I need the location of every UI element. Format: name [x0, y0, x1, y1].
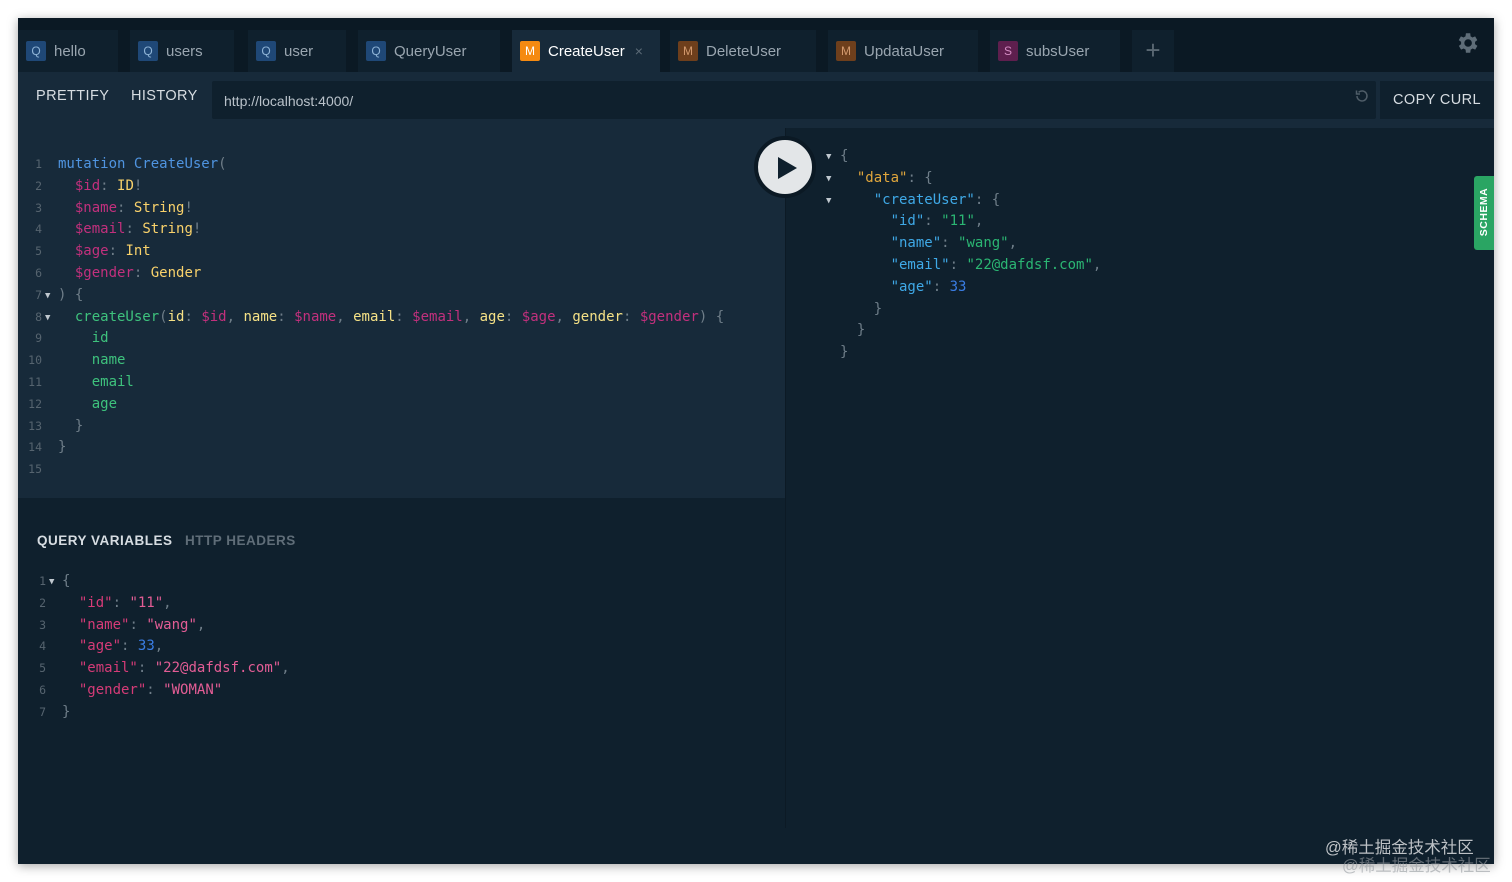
code-line: 6 $gender: Gender: [35, 264, 202, 281]
history-button[interactable]: HISTORY: [131, 88, 198, 104]
code-line: 3 "name": "wang",: [39, 616, 206, 633]
query-badge: Q: [256, 41, 276, 61]
result-line: }: [840, 344, 849, 361]
code-line: 2 $id: ID!: [35, 177, 143, 194]
tab-label: users: [166, 42, 203, 60]
query-editor[interactable]: 1 mutation CreateUser( 2 $id: ID! 3 $name…: [18, 128, 785, 498]
tab-label: CreateUser: [548, 42, 625, 60]
result-line: "email": "22@dafdsf.com",: [890, 256, 1102, 273]
code-line: 7 ▼) {: [35, 286, 84, 303]
query-badge: Q: [138, 41, 158, 61]
tab-subsuser[interactable]: S subsUser: [990, 30, 1120, 72]
reload-icon[interactable]: [1354, 88, 1370, 104]
code-line: 5 "email": "22@dafdsf.com",: [39, 660, 290, 677]
result-line: ▼ "createUser": {: [826, 191, 1001, 208]
code-line: 14}: [28, 439, 67, 456]
query-badge: Q: [26, 41, 46, 61]
code-line: 9 id: [35, 330, 109, 347]
tab-hello[interactable]: Q hello: [18, 30, 118, 72]
tab-http-headers[interactable]: HTTP HEADERS: [185, 533, 296, 548]
query-badge: Q: [366, 41, 386, 61]
variables-editor[interactable]: 1 ▼{ 2 "id": "11", 3 "name": "wang", 4 "a…: [18, 571, 785, 724]
subscription-badge: S: [998, 41, 1018, 61]
code-line: 15: [28, 462, 42, 477]
code-line: 7}: [39, 703, 71, 720]
tab-label: UpdataUser: [864, 42, 945, 60]
tab-label: QueryUser: [394, 42, 467, 60]
code-line: 4 "age": 33,: [39, 638, 164, 655]
watermark-shadow: @稀土掘金技术社区: [1342, 857, 1491, 875]
tab-label: user: [284, 42, 314, 60]
result-viewer: ▼{ ▼ "data": { ▼ "createUser": { "id": "…: [785, 128, 1494, 828]
toolbar: PRETTIFY HISTORY http://localhost:4000/: [18, 72, 1494, 128]
tab-deleteuser[interactable]: M DeleteUser: [670, 30, 816, 72]
code-line: 11 email: [28, 373, 134, 390]
schema-label: SCHEMA: [1478, 187, 1490, 237]
schema-drawer-tab[interactable]: SCHEMA: [1474, 176, 1494, 250]
close-icon[interactable]: ×: [635, 43, 643, 59]
result-line: }: [856, 322, 866, 339]
code-line: 3 $name: String!: [35, 199, 193, 216]
code-line: 4 $email: String!: [35, 221, 202, 238]
copy-curl-button[interactable]: COPY CURL: [1380, 81, 1494, 119]
tab-bar: Q hello Q users Q user Q QueryUser M Cre…: [18, 18, 1494, 72]
result-line: ▼ "data": {: [826, 169, 933, 186]
tab-users[interactable]: Q users: [130, 30, 234, 72]
tab-label: subsUser: [1026, 42, 1090, 60]
code-line: 5 $age: Int: [35, 243, 151, 260]
mutation-badge: M: [520, 41, 540, 61]
gear-icon[interactable]: [1454, 30, 1480, 56]
tab-user[interactable]: Q user: [248, 30, 346, 72]
mutation-badge: M: [836, 41, 856, 61]
result-line: "id": "11",: [890, 213, 984, 230]
graphql-playground-window: Q hello Q users Q user Q QueryUser M Cre…: [18, 18, 1494, 864]
result-line: "name": "wang",: [890, 235, 1018, 252]
endpoint-url-input[interactable]: http://localhost:4000/: [212, 81, 1376, 119]
tab-updatauser[interactable]: M UpdataUser: [828, 30, 978, 72]
mutation-badge: M: [678, 41, 698, 61]
result-line: "age": 33: [890, 278, 967, 295]
code-line: 1 mutation CreateUser(: [35, 156, 227, 172]
tab-label: hello: [54, 42, 86, 60]
variables-panel: QUERY VARIABLES HTTP HEADERS 1 ▼{ 2 "id":…: [18, 498, 785, 864]
code-line: 12 age: [28, 395, 118, 412]
add-tab-button[interactable]: +: [1132, 30, 1174, 72]
run-query-button[interactable]: [754, 136, 816, 198]
play-icon: [778, 157, 797, 179]
code-line: 2 "id": "11",: [39, 594, 172, 611]
result-line: }: [873, 300, 883, 317]
tab-queryuser[interactable]: Q QueryUser: [358, 30, 500, 72]
tab-label: DeleteUser: [706, 42, 782, 60]
code-line: 6 "gender": "WOMAN": [39, 681, 223, 698]
code-line: 13 }: [28, 417, 84, 434]
code-line: 10 name: [28, 352, 126, 369]
tab-createuser[interactable]: M CreateUser ×: [512, 30, 660, 72]
prettify-button[interactable]: PRETTIFY: [36, 88, 109, 104]
result-line: ▼{: [826, 148, 849, 164]
code-line: 8 ▼ createUser(id: $id, name: $name, emai…: [35, 308, 725, 325]
tab-query-variables[interactable]: QUERY VARIABLES: [37, 533, 173, 548]
code-line: 1 ▼{: [39, 573, 71, 589]
